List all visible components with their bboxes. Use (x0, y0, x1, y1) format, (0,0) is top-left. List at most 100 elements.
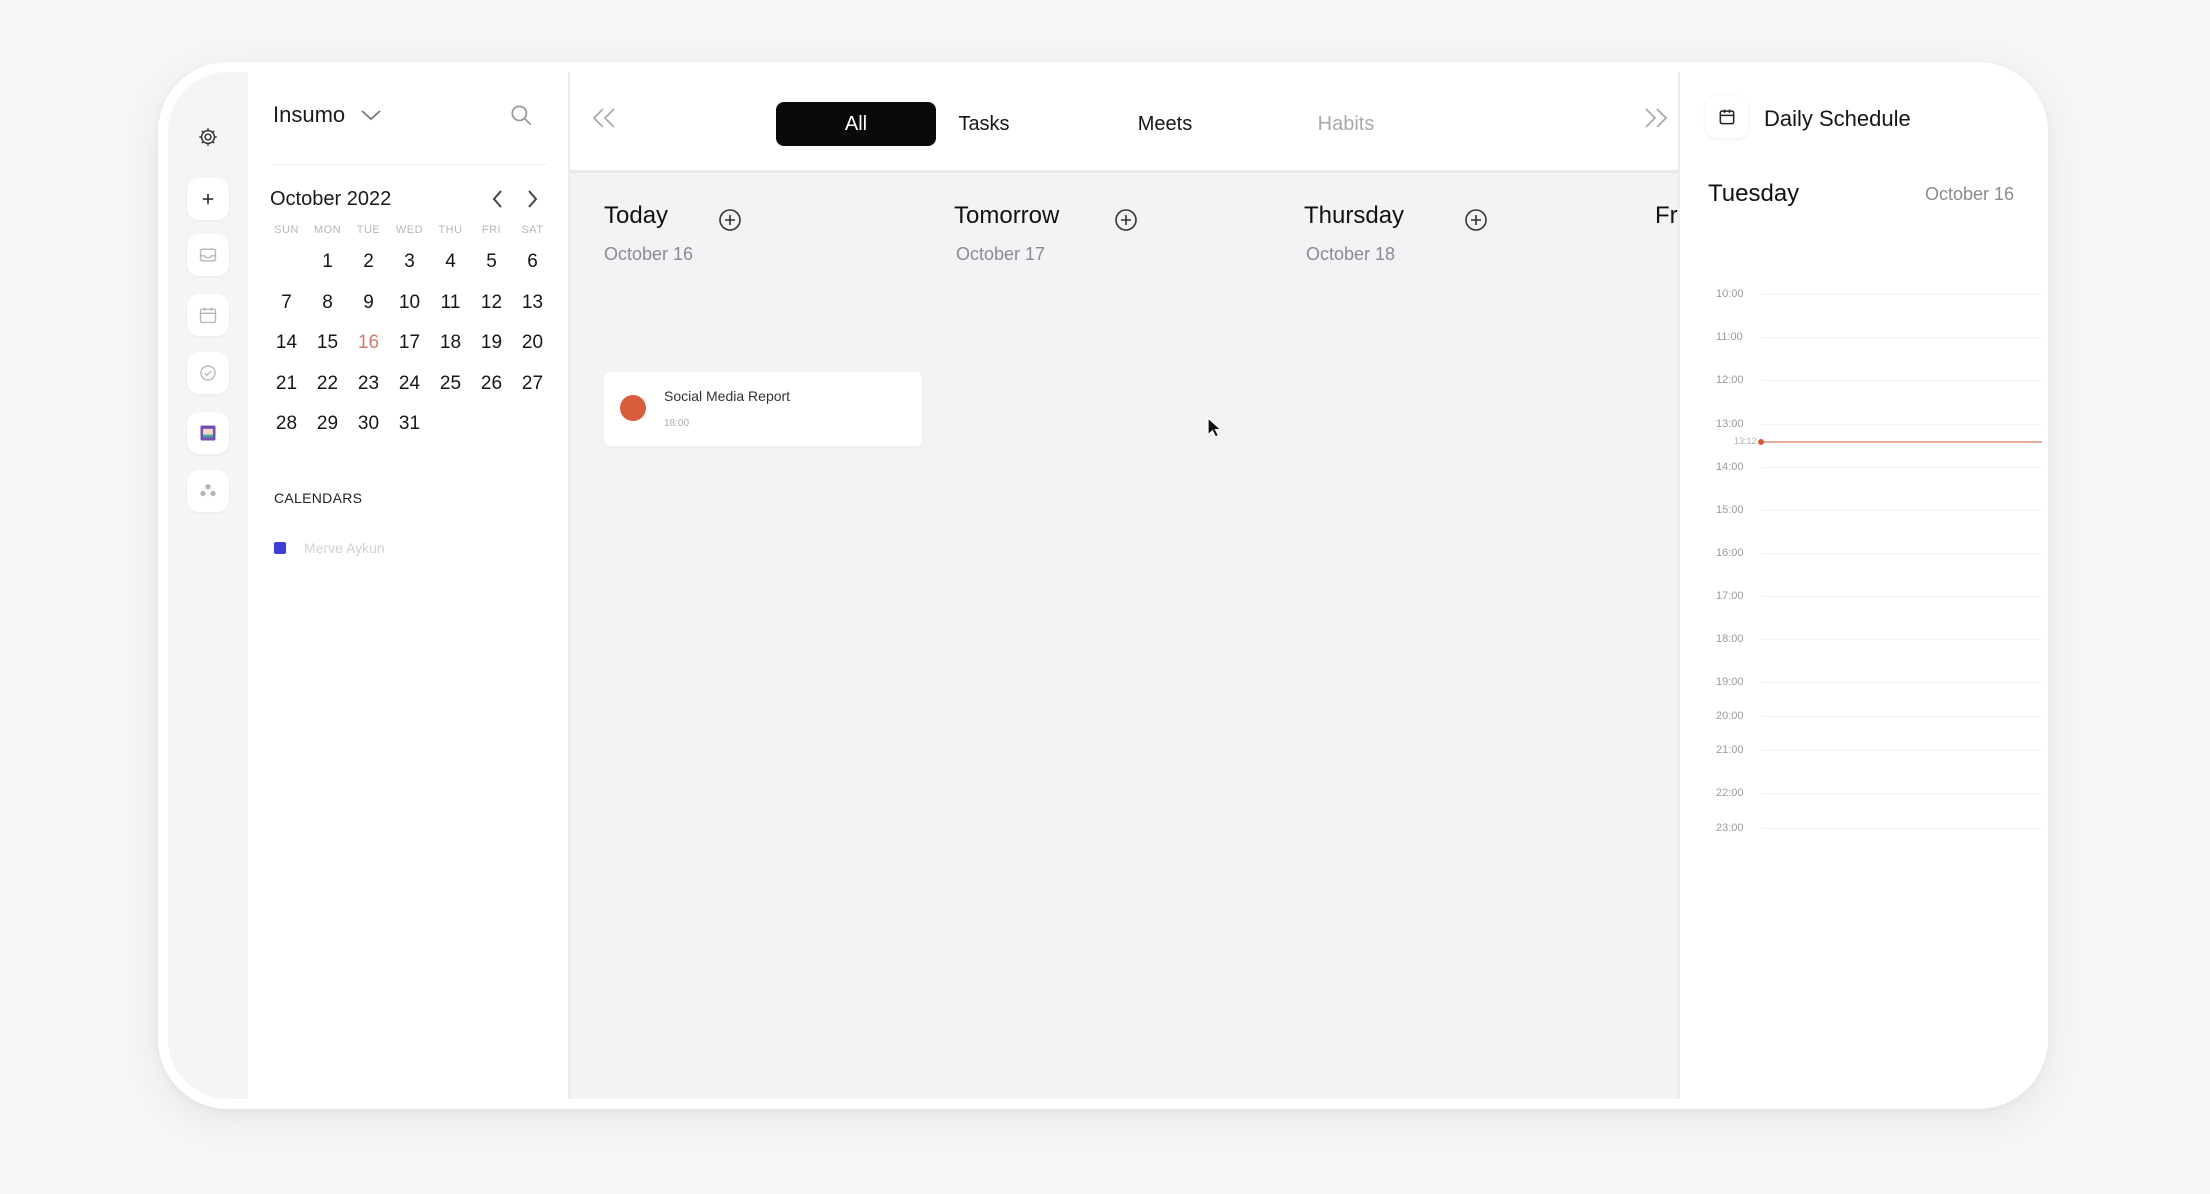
calendar-day[interactable]: 22 (307, 364, 348, 405)
calendar-day[interactable]: 21 (266, 364, 307, 405)
tab-meets[interactable]: Meets (1085, 102, 1245, 146)
calendar-day[interactable]: 23 (348, 364, 389, 405)
hour-label: 16:00 (1716, 547, 1744, 559)
calendar-button[interactable] (187, 294, 229, 336)
calendar-day[interactable]: 27 (512, 364, 553, 405)
inbox-icon (199, 248, 217, 262)
calendar-day-empty (266, 242, 307, 283)
calendar-day[interactable]: 29 (307, 404, 348, 445)
current-time-line (1762, 440, 2042, 443)
hour-label: 21:00 (1716, 744, 1744, 756)
calendar-day[interactable]: 31 (389, 404, 430, 445)
tab-tasks[interactable]: Tasks (904, 102, 1064, 146)
hour-gridline (1762, 380, 2042, 381)
divider (273, 164, 546, 165)
hour-gridline (1762, 793, 2042, 794)
settings-button[interactable] (187, 116, 229, 158)
calendar-day[interactable]: 26 (471, 364, 512, 405)
plus-circle-icon (719, 209, 741, 231)
hour-label: 17:00 (1716, 590, 1744, 602)
hour-gridline (1762, 337, 2042, 338)
calendar-day[interactable]: 12 (471, 283, 512, 324)
hour-label: 20:00 (1716, 710, 1744, 722)
task-time: 18:00 (664, 418, 690, 429)
task-title: Social Media Report (664, 388, 791, 404)
calendar-day[interactable]: 16 (348, 323, 389, 364)
mini-calendar: SUN MON TUE WED THU FRI SAT 1 2 3 4 5 6 7 8 9 10 1… (266, 218, 556, 445)
calendar-day[interactable]: 2 (348, 242, 389, 283)
add-to-today-button[interactable] (718, 208, 742, 237)
calendar-day[interactable]: 11 (430, 283, 471, 324)
calendar-day[interactable]: 4 (430, 242, 471, 283)
hour-gridline (1762, 716, 2042, 717)
day-column-tomorrow: Tomorrow October 17 (954, 202, 1137, 265)
left-panel: Insumo October 2022 SUN MON TUE WED THU … (248, 72, 570, 1099)
search-icon (511, 105, 532, 126)
calendar-day[interactable]: 10 (389, 283, 430, 324)
calendar-day[interactable]: 9 (348, 283, 389, 324)
current-time-dot (1758, 438, 1764, 445)
calendar-day[interactable]: 18 (430, 323, 471, 364)
team-icon (200, 484, 216, 497)
planner-button[interactable] (187, 412, 229, 454)
calendar-icon (1719, 109, 1735, 125)
next-days-button[interactable] (1642, 106, 1670, 135)
next-month-button[interactable] (524, 188, 540, 215)
previous-days-button[interactable] (590, 106, 618, 135)
mouse-cursor-icon (1206, 416, 1224, 445)
column-date: October 18 (1306, 244, 1396, 264)
calendar-day[interactable]: 30 (348, 404, 389, 445)
calendar-day[interactable]: 6 (512, 242, 553, 283)
calendar-day[interactable]: 3 (389, 242, 430, 283)
board: All Tasks Meets Habits Today October 16 … (570, 72, 1683, 1099)
calendar-day[interactable]: 24 (389, 364, 430, 405)
tasks-button[interactable] (187, 352, 229, 394)
workspace-name[interactable]: Insumo (273, 102, 345, 128)
calendar-day[interactable]: 17 (389, 323, 430, 364)
calendar-day[interactable]: 14 (266, 323, 307, 364)
calendar-icon (199, 307, 217, 324)
add-to-thursday-button[interactable] (1464, 208, 1488, 237)
plus-circle-icon (1115, 209, 1137, 231)
calendar-day[interactable]: 1 (307, 242, 348, 283)
add-button[interactable] (187, 178, 229, 220)
hour-gridline (1762, 294, 2042, 295)
calendar-day[interactable]: 25 (430, 364, 471, 405)
workspace-dropdown[interactable] (360, 108, 382, 127)
month-label: October 2022 (270, 188, 392, 210)
weekday-label: FRI (481, 224, 502, 236)
check-circle-icon (200, 365, 216, 381)
search-button[interactable] (508, 102, 534, 133)
calendar-day[interactable]: 13 (512, 283, 553, 324)
tab-habits[interactable]: Habits (1266, 102, 1426, 146)
calendar-day-empty (430, 404, 471, 445)
calendar-day[interactable]: 8 (307, 283, 348, 324)
hour-gridline (1762, 510, 2042, 511)
calendar-grid-icon (200, 425, 216, 441)
daily-schedule-panel: Daily Schedule Tuesday October 16 10:00 1… (1678, 72, 2048, 1099)
calendar-day[interactable]: 19 (471, 323, 512, 364)
gear-icon (199, 128, 217, 146)
calendar-day[interactable]: 28 (266, 404, 307, 445)
hour-gridline (1762, 553, 2042, 554)
calendar-item[interactable]: Merve Aykun (274, 540, 385, 556)
team-button[interactable] (187, 470, 229, 512)
hour-label: 11:00 (1716, 331, 1743, 343)
calendar-day[interactable]: 7 (266, 283, 307, 324)
hour-gridline (1762, 682, 2042, 683)
task-card[interactable]: Social Media Report 18:00 (604, 372, 922, 446)
inbox-button[interactable] (187, 234, 229, 276)
weekday-label: THU (438, 224, 463, 236)
calendar-day[interactable]: 20 (512, 323, 553, 364)
task-complete-toggle[interactable] (620, 395, 646, 421)
daily-schedule-button[interactable] (1706, 96, 1748, 138)
column-title: Today (604, 202, 669, 229)
hour-gridline (1762, 467, 2042, 468)
weekday-label: SAT (521, 224, 544, 236)
hour-gridline (1762, 750, 2042, 751)
calendar-day[interactable]: 5 (471, 242, 512, 283)
calendar-day[interactable]: 15 (307, 323, 348, 364)
add-to-tomorrow-button[interactable] (1114, 208, 1138, 237)
previous-month-button[interactable] (490, 188, 506, 215)
current-time-label: 13:12 (1734, 435, 1757, 446)
